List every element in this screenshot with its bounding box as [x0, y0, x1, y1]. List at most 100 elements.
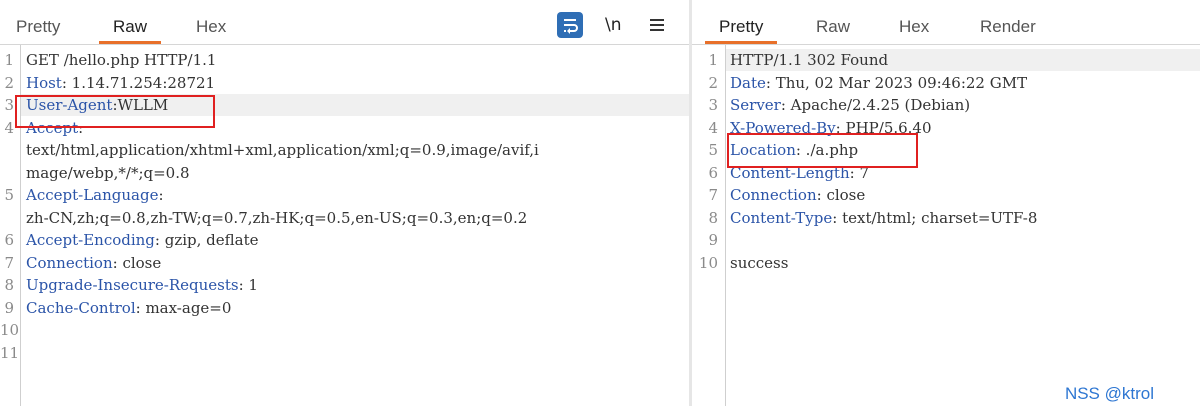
header-value: : close — [816, 186, 866, 204]
response-pane: Pretty Raw Hex Render 1 HTTP/1.1 302 Foun… — [692, 0, 1200, 406]
line-number: 8 — [4, 276, 14, 294]
line-content: zh-CN,zh;q=0.8,zh-TW;q=0.7,zh-HK;q=0.5,e… — [26, 207, 527, 229]
header-value: mage/webp,*/*;q=0.8 — [26, 163, 190, 182]
header-value: : Thu, 02 Mar 2023 09:46:22 GMT — [765, 73, 1028, 92]
line-content: HTTP/1.1 302 Found — [730, 49, 888, 71]
header-name: Content-Type — [730, 208, 833, 227]
code-line: zh-CN,zh;q=0.8,zh-TW;q=0.7,zh-HK;q=0.5,e… — [0, 207, 689, 229]
line-content: Cache-Control: max-age=0 — [26, 297, 231, 319]
header-value: : Apache/2.4.25 (Debian) — [780, 96, 971, 114]
line-content: text/html,application/xhtml+xml,applicat… — [26, 139, 539, 161]
code-line: 5 Accept-Language: — [0, 184, 689, 206]
line-number: 3 — [4, 96, 14, 114]
code-line: 10 success — [692, 252, 1200, 274]
header-value: : 1 — [238, 276, 258, 294]
header-value: GET /hello.php HTTP/1.1 — [26, 51, 217, 69]
response-tab-hex[interactable]: Hex — [899, 12, 929, 42]
code-line: 8 Upgrade-Insecure-Requests: 1 — [0, 274, 689, 296]
line-number: 1 — [708, 51, 718, 69]
header-value: : — [158, 186, 164, 204]
request-editor[interactable]: 1 GET /hello.php HTTP/1.1 2 Host: 1.14.71.2… — [0, 45, 689, 406]
header-value: : max-age=0 — [135, 298, 232, 317]
code-line: 7 Connection: close — [0, 252, 689, 274]
code-line: 1 HTTP/1.1 302 Found — [692, 49, 1200, 71]
request-tab-pretty[interactable]: Pretty — [16, 12, 60, 42]
header-value: success — [730, 253, 789, 272]
response-tab-pretty[interactable]: Pretty — [704, 12, 778, 44]
line-number: 9 — [4, 298, 14, 317]
line-number: 10 — [0, 321, 20, 339]
wrap-lines-icon — [557, 12, 583, 38]
line-content: Accept-Language: — [26, 184, 164, 206]
response-tab-render[interactable]: Render — [980, 12, 1036, 42]
header-name: Connection — [730, 186, 817, 204]
header-name: Server — [730, 96, 781, 114]
line-content: mage/webp,*/*;q=0.8 — [26, 162, 190, 184]
line-number: 8 — [708, 208, 718, 227]
line-number: 10 — [698, 253, 718, 272]
code-line: 8 Content-Type: text/html; charset=UTF-8 — [692, 207, 1200, 229]
line-number: 5 — [708, 141, 718, 159]
line-number: 1 — [4, 51, 14, 69]
line-content: Host: 1.14.71.254:28721 — [26, 72, 215, 94]
line-number: 5 — [4, 186, 14, 204]
line-number: 6 — [4, 231, 14, 249]
line-content: Connection: close — [730, 184, 865, 206]
code-line: 2 Host: 1.14.71.254:28721 — [0, 72, 689, 94]
location-annotation-box — [727, 133, 918, 168]
header-value: zh-CN,zh;q=0.8,zh-TW;q=0.7,zh-HK;q=0.5,e… — [26, 208, 528, 227]
header-name: Upgrade-Insecure-Requests — [26, 276, 239, 294]
code-line: 9 Cache-Control: max-age=0 — [0, 297, 689, 319]
code-line: 6 Accept-Encoding: gzip, deflate — [0, 229, 689, 251]
header-name: Connection — [26, 253, 113, 272]
request-tab-hex[interactable]: Hex — [196, 12, 226, 42]
request-tab-bar: Pretty Raw Hex \n — [0, 0, 689, 45]
line-content: success — [730, 252, 788, 274]
line-content: Content-Type: text/html; charset=UTF-8 — [730, 207, 1037, 229]
header-name: Host — [26, 73, 62, 92]
options-menu-button[interactable] — [648, 12, 666, 38]
header-name: Cache-Control — [26, 298, 136, 317]
header-value: text/html,application/xhtml+xml,applicat… — [26, 141, 539, 159]
code-line: text/html,application/xhtml+xml,applicat… — [0, 139, 689, 161]
line-number: 11 — [0, 343, 20, 362]
hamburger-menu-icon — [648, 19, 666, 42]
line-content: Upgrade-Insecure-Requests: 1 — [26, 274, 258, 296]
line-number: 7 — [708, 186, 718, 204]
response-tab-bar: Pretty Raw Hex Render — [692, 0, 1200, 45]
header-name: Accept-Language — [26, 186, 159, 204]
line-content: Server: Apache/2.4.25 (Debian) — [730, 94, 970, 116]
line-content: Accept-Encoding: gzip, deflate — [26, 229, 259, 251]
code-line: 1 GET /hello.php HTTP/1.1 — [0, 49, 689, 71]
request-tab-raw[interactable]: Raw — [98, 12, 162, 44]
header-value: : 1.14.71.254:28721 — [61, 73, 216, 92]
header-name: Accept-Encoding — [26, 231, 155, 249]
code-line: 7 Connection: close — [692, 184, 1200, 206]
request-pane: Pretty Raw Hex \n 1 GET /hello.php HTTP/… — [0, 0, 689, 406]
line-number: 3 — [708, 96, 718, 114]
response-editor[interactable]: 1 HTTP/1.1 302 Found 2 Date: Thu, 02 Mar 20… — [692, 45, 1200, 406]
line-content: Connection: close — [26, 252, 161, 274]
show-newlines-button[interactable]: \n — [605, 12, 622, 38]
line-number: 4 — [708, 118, 718, 137]
wrap-lines-button[interactable] — [557, 12, 583, 38]
header-name: Date — [730, 73, 766, 92]
line-number: 2 — [4, 73, 14, 92]
user-agent-annotation-box — [15, 95, 215, 128]
code-line: 9 — [692, 229, 1200, 251]
line-number: 6 — [708, 163, 718, 182]
line-content: Date: Thu, 02 Mar 2023 09:46:22 GMT — [730, 72, 1027, 94]
code-line: 10 — [0, 319, 689, 341]
code-line: 11 — [0, 342, 689, 364]
line-number: 2 — [708, 73, 718, 92]
response-tab-raw[interactable]: Raw — [816, 12, 850, 42]
code-line: 3 Server: Apache/2.4.25 (Debian) — [692, 94, 1200, 116]
line-number: 9 — [708, 231, 718, 249]
header-value: : close — [112, 253, 162, 272]
header-value: : gzip, deflate — [154, 231, 259, 249]
watermark: NSS @ktrol — [1064, 384, 1154, 403]
code-line: mage/webp,*/*;q=0.8 — [0, 162, 689, 184]
line-number: 7 — [4, 253, 14, 272]
header-value: HTTP/1.1 302 Found — [730, 51, 889, 69]
line-content: GET /hello.php HTTP/1.1 — [26, 49, 216, 71]
